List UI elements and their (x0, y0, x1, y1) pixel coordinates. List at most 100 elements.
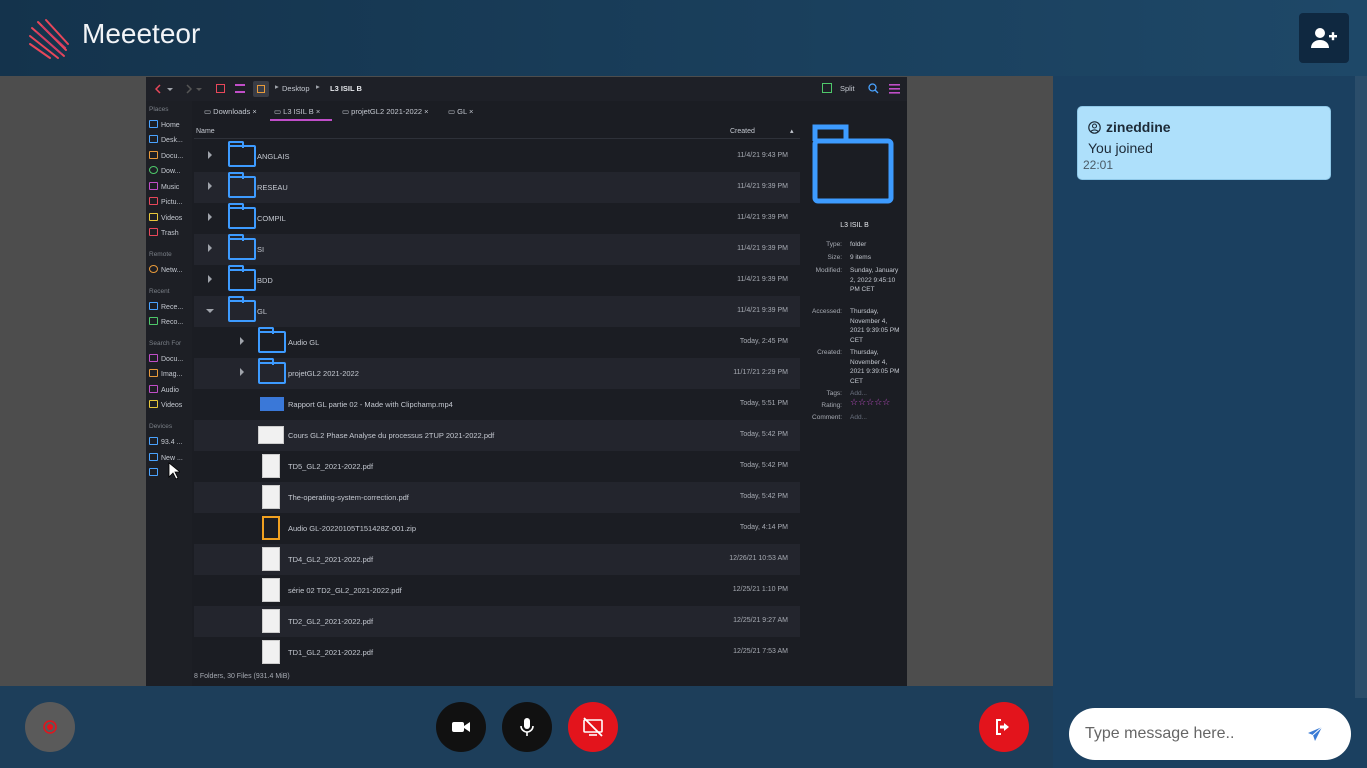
file-row-compil[interactable]: COMPIL 11/4/21 9:39 PM (194, 203, 800, 234)
file-row-zip[interactable]: Audio GL-20220105T151428Z-001.zip Today, … (194, 513, 800, 544)
expand-icon (208, 182, 212, 190)
recent-header: Recent (149, 288, 170, 295)
tab-projetgl2[interactable]: ▭ projetGL2 2021-2022 × (338, 103, 438, 121)
info-rating-stars[interactable]: ☆☆☆☆☆ (850, 398, 902, 409)
disk-icon (149, 453, 158, 461)
breadcrumb-current[interactable]: L3 ISIL B (330, 84, 362, 93)
music-icon (149, 182, 158, 190)
file-row-si[interactable]: SI 11/4/21 9:39 PM (194, 234, 800, 265)
mouse-cursor-icon (168, 462, 180, 480)
file-row-cours-gl2[interactable]: Cours GL2 Phase Analyse du processus 2TU… (194, 420, 800, 451)
file-row-reseau[interactable]: RESEAU 11/4/21 9:39 PM (194, 172, 800, 203)
places-header: Places (149, 106, 169, 113)
trash-icon (149, 228, 158, 236)
split-icon[interactable] (822, 83, 832, 93)
meteor-logo-icon (29, 19, 69, 59)
column-name[interactable]: Name (196, 128, 215, 135)
chat-scrollbar[interactable] (1355, 76, 1367, 698)
pdf-file-icon (262, 547, 280, 571)
pictures-icon (149, 197, 158, 205)
send-button[interactable] (1303, 722, 1327, 746)
tab-gl[interactable]: ▭ GL × (444, 103, 484, 121)
video-file-icon (260, 397, 284, 411)
search-documents[interactable]: Docu... (149, 354, 191, 366)
file-row-video[interactable]: Rapport GL partie 02 - Made with Clipcha… (194, 389, 800, 420)
recent-files-icon (149, 302, 158, 310)
icon-view-icon[interactable] (216, 84, 225, 93)
file-manager-toolbar: ▸ Desktop ▸ L3 ISIL B Split (146, 77, 907, 101)
tab-downloads[interactable]: ▭ Downloads × (200, 103, 268, 121)
search-videos[interactable]: Videos (149, 400, 191, 412)
info-modified-value: Sunday, January 2, 2022 9:45:10 PM CET (850, 267, 899, 293)
file-row-td1[interactable]: TD1_GL2_2021-2022.pdf 12/25/21 7:53 AM (194, 637, 800, 668)
camera-button[interactable] (436, 702, 486, 752)
info-type-key: Type: (826, 241, 842, 248)
videos-icon (149, 213, 158, 221)
pdf-file-icon (262, 578, 280, 602)
microphone-button[interactable] (502, 702, 552, 752)
documents-icon (149, 151, 158, 159)
column-created[interactable]: Created (730, 128, 755, 135)
info-comment-add[interactable]: Add... (850, 413, 902, 423)
device-disk-1[interactable]: 93.4 ... (149, 437, 191, 449)
remote-network[interactable]: Netw... (149, 265, 191, 277)
list-view-icon[interactable] (235, 84, 245, 93)
location-tabs: ▭ Downloads × ▭ L3 ISIL B × ▭ projetGL2 … (194, 103, 800, 121)
folder-icon (228, 172, 256, 198)
pdf-file-icon (262, 640, 280, 664)
file-row-gl[interactable]: GL 11/4/21 9:39 PM (194, 296, 800, 327)
folder-open-icon (228, 296, 256, 322)
place-documents[interactable]: Docu... (149, 151, 191, 163)
split-button[interactable]: Split (840, 84, 855, 93)
shared-screen: ▸ Desktop ▸ L3 ISIL B Split Places Home … (146, 77, 907, 686)
recent-locations[interactable]: Reco... (149, 317, 191, 329)
search-icon[interactable] (868, 83, 879, 94)
file-row-audio-gl[interactable]: Audio GL Today, 2:45 PM (194, 327, 800, 358)
menu-icon[interactable] (889, 83, 900, 94)
chat-message-input[interactable] (1085, 722, 1295, 746)
info-panel: L3 ISIL B Type: folder Size: 9 items Mod… (802, 101, 907, 686)
search-images[interactable]: Imag... (149, 369, 191, 381)
disk-icon (149, 437, 158, 445)
downloads-icon (149, 166, 158, 174)
camera-icon (452, 722, 470, 732)
file-row-projetgl2[interactable]: projetGL2 2021-2022 11/17/21 2:29 PM (194, 358, 800, 389)
top-bar: Meeeteor (0, 0, 1367, 76)
place-downloads[interactable]: Dow... (149, 166, 191, 178)
recent-files[interactable]: Rece... (149, 302, 191, 314)
tab-l3-isil-b[interactable]: ▭ L3 ISIL B × (270, 103, 332, 121)
place-home[interactable]: Home (149, 120, 191, 132)
column-header: Name Created ▴ (194, 125, 800, 139)
desktop-icon (149, 135, 158, 143)
breadcrumb-desktop[interactable]: Desktop (282, 84, 310, 93)
screen-share-off-icon (583, 717, 603, 737)
app-title: Meeeteor (82, 18, 201, 49)
place-videos[interactable]: Videos (149, 213, 191, 225)
file-row-serie02[interactable]: série 02 TD2_GL2_2021-2022.pdf 12/25/21 1… (194, 575, 800, 606)
file-row-td4[interactable]: TD4_GL2_2021-2022.pdf 12/26/21 10:53 AM (194, 544, 800, 575)
send-icon (1308, 726, 1323, 741)
file-row-td2[interactable]: TD2_GL2_2021-2022.pdf 12/25/21 9:27 AM (194, 606, 800, 637)
sort-ascending-icon[interactable]: ▴ (790, 127, 794, 135)
file-row-bdd[interactable]: BDD 11/4/21 9:39 PM (194, 265, 800, 296)
file-row-os-correction[interactable]: The-operating-system-correction.pdf Today… (194, 482, 800, 513)
back-icon[interactable] (155, 84, 175, 94)
leave-call-button[interactable] (979, 702, 1029, 752)
place-music[interactable]: Music (149, 182, 191, 194)
file-row-td5[interactable]: TD5_GL2_2021-2022.pdf Today, 5:42 PM (194, 451, 800, 482)
forward-icon[interactable] (184, 84, 204, 94)
folder-large-icon (812, 124, 894, 204)
place-desktop[interactable]: Desk... (149, 135, 191, 147)
file-row-anglais[interactable]: ANGLAIS 11/4/21 9:43 PM (194, 141, 800, 172)
invite-user-button[interactable] (1299, 13, 1349, 63)
info-type-value: folder (850, 241, 867, 248)
info-rating-key: Rating: (821, 402, 842, 409)
compact-view-icon[interactable] (253, 81, 269, 97)
record-button[interactable] (25, 702, 75, 752)
place-pictures[interactable]: Pictu... (149, 197, 191, 209)
info-name: L3 ISIL B (840, 222, 869, 229)
screen-share-button[interactable] (568, 702, 618, 752)
search-audio[interactable]: Audio (149, 385, 191, 397)
place-trash[interactable]: Trash (149, 228, 191, 240)
folder-icon (258, 327, 286, 353)
